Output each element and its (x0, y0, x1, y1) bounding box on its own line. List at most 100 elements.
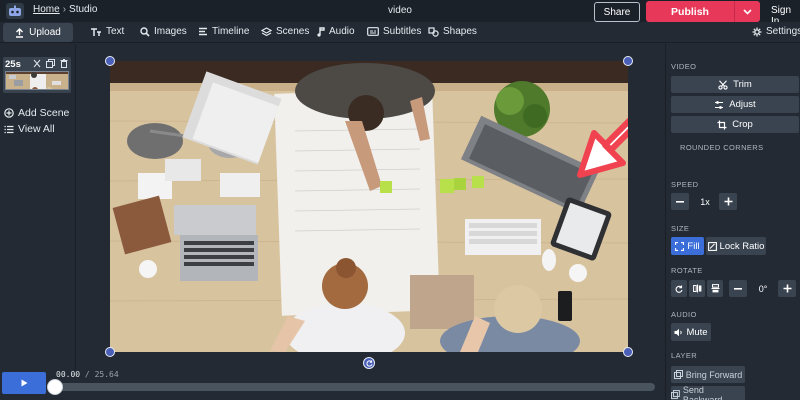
adjust-label: Adjust (729, 99, 756, 110)
duplicate-icon[interactable] (46, 59, 55, 68)
rotate-icon (365, 359, 372, 367)
split-icon[interactable] (33, 59, 41, 68)
tool-timeline[interactable]: Timeline (198, 26, 249, 37)
resize-handle-bottom-left[interactable] (105, 347, 115, 357)
tool-timeline-label: Timeline (212, 26, 250, 37)
breadcrumb-separator: › (62, 4, 67, 15)
flip-vertical-icon (711, 284, 719, 293)
scene-thumbnail[interactable] (5, 71, 69, 90)
rotate-handle[interactable] (363, 357, 375, 369)
expand-icon (675, 241, 685, 251)
resize-handle-top-left[interactable] (105, 56, 115, 66)
size-section-label: SIZE (671, 224, 690, 233)
view-all-button[interactable]: View All (4, 123, 55, 135)
speed-increase-button[interactable] (719, 193, 737, 210)
timeline-scrubber[interactable] (55, 383, 655, 391)
flip-horizontal-button[interactable] (689, 280, 705, 297)
upload-button[interactable]: Upload (3, 23, 73, 42)
view-all-label: View All (18, 123, 55, 135)
speed-value[interactable]: 1x (691, 193, 719, 210)
settings-button[interactable]: Settings (752, 26, 800, 37)
time-separator: / (84, 370, 90, 379)
trim-button[interactable]: Trim (671, 76, 799, 93)
tool-text[interactable]: Text (90, 26, 124, 37)
trash-icon[interactable] (60, 59, 68, 68)
send-backward-label: Send Backward (682, 384, 723, 400)
mute-label: Mute (686, 326, 708, 338)
trim-label: Trim (733, 79, 752, 90)
resize-handle-top-right[interactable] (623, 56, 633, 66)
rotate-cw-button[interactable] (671, 280, 687, 297)
music-note-icon (317, 26, 325, 37)
scene-duration: 25s (5, 59, 21, 70)
chevron-down-icon[interactable] (734, 1, 760, 22)
minus-icon (676, 200, 684, 203)
resize-handle-bottom-right[interactable] (623, 347, 633, 357)
upload-label: Upload (29, 27, 61, 38)
playhead-handle[interactable] (47, 379, 63, 395)
sliders-icon (715, 100, 724, 109)
tool-subtitles-label: Subtitles (383, 26, 422, 37)
layer-section-label: LAYER (671, 351, 698, 360)
flip-horizontal-icon (692, 284, 701, 293)
send-backward-button[interactable]: Send Backward (671, 384, 745, 400)
rotate-section-label: ROTATE (671, 266, 703, 275)
breadcrumb: Home › Studio (33, 4, 97, 15)
video-section-label: VIDEO (671, 62, 697, 71)
rounded-corners-label: ROUNDED CORNERS (680, 143, 764, 152)
adjust-button[interactable]: Adjust (671, 96, 799, 113)
tool-images[interactable]: Images (140, 26, 187, 37)
bring-forward-button[interactable]: Bring Forward (671, 366, 745, 383)
tool-images-label: Images (154, 26, 187, 37)
rotate-increase-button[interactable] (778, 280, 796, 297)
plus-icon (724, 197, 732, 206)
publish-button[interactable]: Publish (646, 1, 760, 22)
timeline-icon (199, 27, 207, 36)
fill-label: Fill (687, 240, 700, 252)
tool-subtitles[interactable]: Subtitles (367, 26, 421, 37)
bring-forward-icon (673, 370, 683, 379)
speed-decrease-button[interactable] (671, 193, 689, 210)
mute-button[interactable]: Mute (671, 323, 711, 341)
audio-section-label: AUDIO (671, 310, 697, 319)
scissors-icon (718, 79, 728, 90)
gear-icon (752, 27, 762, 36)
add-scene-label: Add Scene (18, 107, 70, 119)
tool-audio[interactable]: Audio (317, 26, 355, 37)
app-logo-icon[interactable] (6, 3, 24, 19)
aspect-ratio-icon (707, 241, 717, 251)
subtitles-icon (367, 27, 379, 36)
play-icon (21, 379, 27, 387)
crop-button[interactable]: Crop (671, 116, 799, 133)
send-backward-icon (671, 390, 680, 399)
breadcrumb-current: Studio (69, 4, 98, 15)
publish-label[interactable]: Publish (646, 1, 734, 22)
speaker-icon (674, 328, 683, 336)
breadcrumb-home-link[interactable]: Home (33, 4, 60, 15)
scene-card[interactable]: 25s (3, 57, 71, 93)
timecode: 00.00 / 25.64 (56, 370, 119, 379)
properties-panel: VIDEO Trim Adjust Crop ROUNDED CORNERS S… (665, 44, 800, 400)
play-button[interactable] (2, 372, 46, 394)
upload-icon (16, 27, 24, 38)
lock-ratio-button[interactable]: Lock Ratio (706, 237, 766, 255)
shapes-icon (428, 26, 439, 37)
fill-button[interactable]: Fill (671, 237, 704, 255)
add-scene-button[interactable]: Add Scene (4, 107, 69, 119)
plus-circle-icon (4, 108, 14, 118)
top-bar: Home›Studio video Share Publish Sign In (0, 0, 800, 27)
tool-shapes[interactable]: Shapes (428, 26, 477, 37)
video-canvas[interactable] (110, 61, 628, 352)
tool-scenes-label: Scenes (276, 26, 310, 37)
crop-icon (717, 120, 727, 129)
share-button[interactable]: Share (594, 2, 640, 22)
tool-text-label: Text (106, 26, 125, 37)
tool-scenes[interactable]: Scenes (261, 26, 309, 37)
rotate-icon (675, 285, 683, 293)
list-icon (4, 125, 14, 133)
flip-vertical-button[interactable] (707, 280, 723, 297)
total-time: 25.64 (94, 370, 119, 379)
rotate-decrease-button[interactable] (729, 280, 747, 297)
rotate-value[interactable]: 0° (749, 280, 777, 297)
plus-icon (783, 284, 791, 293)
